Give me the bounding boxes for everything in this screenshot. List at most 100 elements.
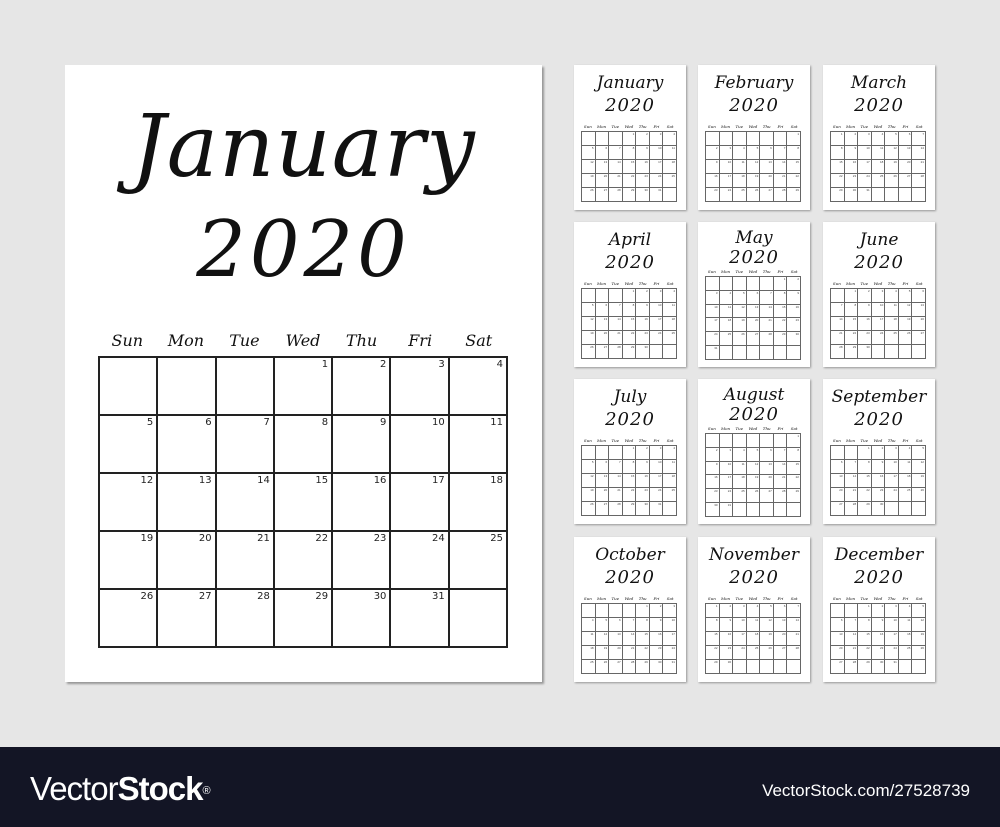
mini-day-number: 4 [673, 446, 675, 450]
mini-weekday-label: Tue [735, 124, 744, 129]
mini-day-number: 8 [632, 460, 635, 464]
main-calendar-card: January 2020 Sun Mon Tue Wed Thu Fri Sat… [65, 65, 542, 682]
mini-day-number: 3 [868, 132, 870, 136]
mini-day-cell [733, 346, 747, 360]
mini-day-cell: 11 [871, 146, 886, 160]
mini-day-cell: 20 [831, 488, 845, 502]
mini-day-number: 24 [658, 174, 662, 178]
mini-day-number: 20 [603, 174, 608, 178]
mini-day-cell: 5 [912, 446, 926, 460]
mini-day-cell: 12 [582, 160, 596, 174]
mini-day-cell [622, 604, 637, 618]
mini-day-cell [663, 502, 677, 516]
mini-day-number: 28 [617, 188, 621, 192]
mini-day-cell [706, 132, 720, 146]
mini-weekday-header: Sun Mon Tue Wed Thu Fri Sat [830, 438, 926, 444]
mini-day-cell: 17 [719, 475, 734, 490]
day-number: 6 [205, 417, 212, 428]
mini-calendar-september: September 2020 Sun Mon Tue Wed Thu Fri Sat 1 2 3 4 5 6… [823, 379, 935, 524]
mini-day-number: 23 [644, 488, 648, 492]
mini-day-cell [733, 434, 747, 448]
mini-day-number: 7 [770, 290, 772, 295]
mini-calendar-july: July 2020 Sun Mon Tue Wed Thu Fri Sat 1 2 3 4 5 6 7 8 9 10… [574, 379, 686, 524]
day-cell: 3 [391, 358, 450, 416]
day-cell: 18 [449, 474, 508, 532]
mini-day-number: 16 [714, 174, 718, 178]
mini-day-number: 13 [754, 304, 759, 309]
mini-day-cell: 4 [885, 289, 899, 303]
mini-day-cell: 29 [858, 660, 872, 674]
mini-day-cell: 15 [636, 632, 650, 646]
mini-day-number: 2 [881, 446, 884, 450]
mini-day-number: 22 [795, 475, 799, 480]
mini-day-cell: 13 [912, 303, 926, 317]
mini-day-number: 16 [644, 317, 648, 321]
mini-day-cell: 13 [595, 160, 610, 174]
mini-day-cell: 29 [844, 345, 859, 359]
mini-day-cell: 8 [858, 618, 872, 632]
mini-day-cell: 8 [773, 290, 788, 305]
mini-day-number: 6 [605, 460, 608, 464]
mini-day-cell: 11 [885, 303, 899, 317]
day-cell: 6 [158, 416, 217, 474]
mini-weekday-label: Tue [735, 426, 744, 431]
mini-day-number: 22 [630, 488, 635, 492]
mini-day-cell: 24 [706, 332, 720, 347]
mini-day-cell: 9 [871, 618, 886, 632]
day-number: 18 [490, 475, 503, 486]
mini-day-cell: 19 [746, 475, 761, 490]
mini-day-cell: 27 [760, 489, 774, 504]
mini-day-number: 26 [741, 332, 745, 337]
mini-day-cell [582, 289, 596, 303]
mini-day-cell: 21 [773, 174, 788, 188]
mini-day-number: 5 [605, 618, 608, 622]
mini-day-cell: 13 [831, 474, 845, 488]
mini-day-cell: 19 [885, 160, 899, 174]
mini-calendar-grid: 1 2 3 4 5 6 7 8 9 10 11 12 13 14 15 16 17 18 19 20 21 22 23 24 2… [705, 433, 801, 517]
mini-day-number: 17 [671, 632, 675, 636]
mini-day-cell: 2 [706, 447, 720, 462]
mini-day-cell: 30 [871, 502, 886, 516]
mini-weekday-label: Fri [653, 438, 660, 443]
mini-day-cell: 6 [912, 289, 926, 303]
mini-day-number: 30 [714, 503, 718, 508]
day-cell: 5 [100, 416, 159, 474]
mini-day-cell: 12 [885, 146, 899, 160]
mini-year-title: 2020 [854, 252, 904, 273]
mini-day-number: 16 [795, 304, 799, 309]
mini-weekday-label: Tue [860, 438, 869, 443]
mini-day-cell: 28 [787, 646, 801, 660]
mini-day-number: 13 [603, 317, 608, 321]
mini-day-cell: 7 [609, 146, 623, 160]
mini-day-number: 3 [729, 146, 732, 150]
mini-month-title: December [834, 545, 924, 565]
mini-day-number: 29 [644, 660, 648, 664]
mini-day-number: 8 [715, 618, 718, 622]
mini-day-number: 8 [783, 290, 786, 295]
mini-day-cell: 29 [706, 660, 720, 674]
mini-day-cell: 20 [773, 632, 788, 646]
registered-mark: ® [202, 785, 210, 797]
mini-day-number: 26 [603, 660, 608, 664]
mini-day-cell [595, 446, 610, 460]
mini-day-cell [663, 345, 677, 359]
day-number: 12 [140, 475, 154, 486]
mini-weekday-label: Thu [638, 438, 647, 443]
mini-day-number: 28 [768, 332, 772, 337]
mini-day-cell: 20 [595, 488, 610, 502]
day-number: 14 [257, 475, 270, 486]
mini-day-cell: 12 [746, 160, 761, 174]
day-number: 15 [315, 475, 329, 486]
mini-day-cell: 9 [871, 460, 886, 474]
mini-calendar-may: May 2020 Sun Mon Tue Wed Thu Fri Sat 1 2 3 4 5 6 7 8 9 10 1… [698, 222, 810, 367]
mini-day-number: 20 [603, 331, 608, 335]
day-number: 31 [431, 591, 445, 602]
mini-day-cell: 23 [649, 646, 664, 660]
mini-day-number: 1 [632, 289, 635, 293]
mini-day-number: 19 [768, 632, 772, 636]
mini-day-number: 10 [741, 618, 745, 622]
mini-day-number: 8 [854, 303, 857, 307]
mini-day-number: 27 [603, 188, 608, 192]
mini-day-cell: 16 [706, 475, 720, 490]
mini-day-number: 11 [755, 618, 759, 622]
